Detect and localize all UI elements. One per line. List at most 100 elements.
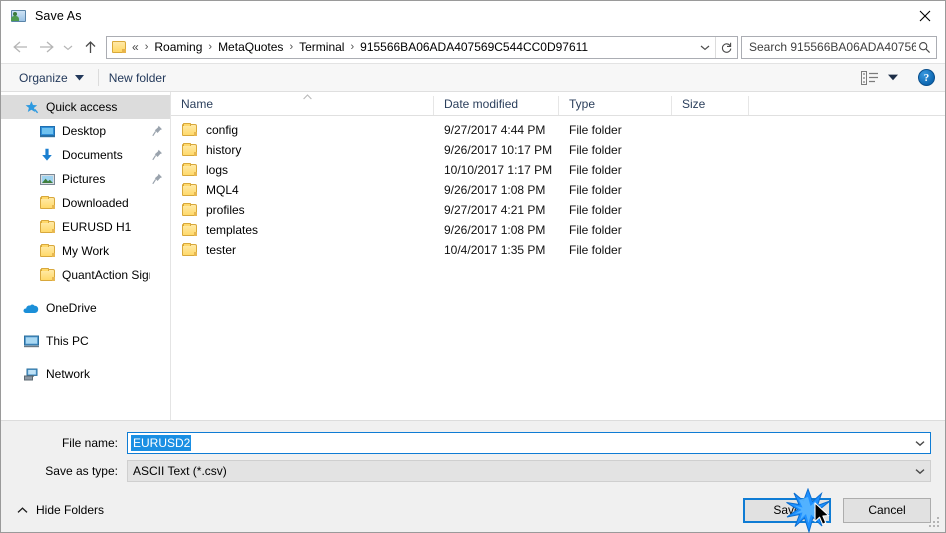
sidebar-item-eurusd-h1[interactable]: EURUSD H1 xyxy=(1,215,170,239)
sidebar-item-pictures[interactable]: Pictures xyxy=(1,167,170,191)
sidebar-item-label: My Work xyxy=(62,244,110,258)
dialog-buttons-row: Hide Folders Save Cancel xyxy=(1,488,945,532)
file-type-cell: File folder xyxy=(569,143,622,157)
folder-icon xyxy=(182,123,197,136)
save-as-type-row: Save as type: ASCII Text (*.csv) xyxy=(1,460,945,482)
dialog-footer: File name: EURUSD2 Save as type: ASCII T… xyxy=(1,420,945,532)
pin-icon[interactable] xyxy=(150,149,164,161)
sidebar-item-label: Pictures xyxy=(62,172,106,186)
breadcrumb-separator: › xyxy=(208,41,213,53)
this-pc-monitor-icon xyxy=(23,333,39,349)
hide-folders-button[interactable]: Hide Folders xyxy=(9,503,104,517)
organize-button[interactable]: Organize xyxy=(15,68,92,88)
file-name-row: File name: EURUSD2 xyxy=(1,432,945,454)
file-type-cell: File folder xyxy=(569,243,622,257)
save-button[interactable]: Save xyxy=(743,497,831,523)
resize-grip-icon[interactable] xyxy=(929,517,941,529)
table-row[interactable]: templates 9/26/2017 1:08 PM File folder xyxy=(171,220,945,240)
chevron-down-icon xyxy=(915,440,924,446)
new-folder-button[interactable]: New folder xyxy=(105,68,174,88)
breadcrumb-overflow[interactable]: « xyxy=(130,40,141,54)
table-row[interactable]: profiles 9/27/2017 4:21 PM File folder xyxy=(171,200,945,220)
sidebar-item-label: This PC xyxy=(46,334,89,348)
sidebar-item-my-work[interactable]: My Work xyxy=(1,239,170,263)
sort-ascending-caret-icon xyxy=(301,93,313,101)
save-as-type-dropdown-button[interactable] xyxy=(909,461,930,481)
documents-arrow-icon xyxy=(39,147,55,163)
search-box[interactable]: Search 915566BA06ADA40756... xyxy=(741,35,937,59)
file-name-label: config xyxy=(206,123,239,137)
breadcrumb-item-terminal[interactable]: Terminal xyxy=(297,40,346,54)
file-name-dropdown-button[interactable] xyxy=(909,433,930,453)
pin-icon[interactable] xyxy=(150,173,164,185)
file-date-cell: 9/26/2017 1:08 PM xyxy=(444,223,546,237)
star-pin-icon xyxy=(23,99,39,115)
breadcrumb: « › Roaming › MetaQuotes › Terminal › 91… xyxy=(130,40,695,54)
table-row[interactable]: MQL4 9/26/2017 1:08 PM File folder xyxy=(171,180,945,200)
refresh-button[interactable] xyxy=(715,36,737,58)
recent-locations-button[interactable] xyxy=(59,34,77,60)
table-row[interactable]: history 9/26/2017 10:17 PM File folder xyxy=(171,140,945,160)
sidebar-item-onedrive[interactable]: OneDrive xyxy=(1,296,170,320)
chevron-down-icon xyxy=(63,45,73,50)
sidebar-item-documents[interactable]: Documents xyxy=(1,143,170,167)
sidebar-item-network[interactable]: Network xyxy=(1,362,170,386)
breadcrumb-item-roaming[interactable]: Roaming xyxy=(152,40,204,54)
sidebar-item-this-pc[interactable]: This PC xyxy=(1,329,170,353)
column-header-size[interactable]: Size xyxy=(672,96,749,115)
up-button[interactable] xyxy=(77,34,103,60)
address-dropdown-button[interactable] xyxy=(695,37,715,58)
file-type-cell: File folder xyxy=(569,183,622,197)
sidebar-item-label: EURUSD H1 xyxy=(62,220,132,234)
column-header-type[interactable]: Type xyxy=(559,96,672,115)
breadcrumb-separator: › xyxy=(289,41,294,53)
arrow-left-icon xyxy=(12,41,27,53)
save-as-dialog: Save As « › Roaming › MetaQuotes › Termi… xyxy=(0,0,946,533)
sidebar-item-desktop[interactable]: Desktop xyxy=(1,119,170,143)
file-date-cell: 10/10/2017 1:17 PM xyxy=(444,163,553,177)
file-name-label: profiles xyxy=(206,203,245,217)
pin-icon[interactable] xyxy=(150,125,164,137)
column-headers: Name Date modified Type Size xyxy=(171,92,945,116)
file-date-cell: 9/27/2017 4:44 PM xyxy=(444,123,546,137)
file-name-value[interactable]: EURUSD2 xyxy=(131,435,192,451)
table-row[interactable]: config 9/27/2017 4:44 PM File folder xyxy=(171,120,945,140)
breadcrumb-item-terminal-id[interactable]: 915566BA06ADA407569C544CC0D97611 xyxy=(358,40,590,54)
chevron-down-icon xyxy=(915,468,924,474)
sidebar-item-quantaction-signal[interactable]: QuantAction Signal xyxy=(1,263,170,287)
file-date-cell: 10/4/2017 1:35 PM xyxy=(444,243,546,257)
table-row[interactable]: logs 10/10/2017 1:17 PM File folder xyxy=(171,160,945,180)
file-name-label: templates xyxy=(206,223,259,237)
file-date-cell: 9/27/2017 4:21 PM xyxy=(444,203,546,217)
toolbar-divider xyxy=(97,69,99,86)
breadcrumb-separator: › xyxy=(144,41,149,53)
folder-icon xyxy=(39,219,55,235)
search-input[interactable]: Search 915566BA06ADA40756... xyxy=(749,40,916,54)
file-type-cell: File folder xyxy=(569,123,622,137)
column-header-date-modified[interactable]: Date modified xyxy=(434,96,559,115)
save-as-type-select[interactable]: ASCII Text (*.csv) xyxy=(127,460,931,482)
file-name-cell: tester xyxy=(171,243,434,257)
caret-up-icon xyxy=(17,506,28,513)
table-row[interactable]: tester 10/4/2017 1:35 PM File folder xyxy=(171,240,945,260)
file-name-input[interactable]: EURUSD2 xyxy=(127,432,931,454)
sidebar-item-quick-access[interactable]: Quick access xyxy=(1,95,170,119)
new-folder-label: New folder xyxy=(108,70,167,85)
organize-label: Organize xyxy=(19,70,68,85)
help-label: ? xyxy=(923,71,930,84)
folder-icon xyxy=(182,203,197,216)
close-button[interactable] xyxy=(904,1,945,30)
change-view-button[interactable] xyxy=(855,69,904,87)
file-name-label: history xyxy=(206,143,242,157)
address-bar[interactable]: « › Roaming › MetaQuotes › Terminal › 91… xyxy=(106,35,738,59)
caret-down-icon xyxy=(74,74,84,80)
breadcrumb-item-metaquotes[interactable]: MetaQuotes xyxy=(216,40,285,54)
save-as-type-value: ASCII Text (*.csv) xyxy=(133,464,227,478)
sidebar-item-downloaded[interactable]: Downloaded xyxy=(1,191,170,215)
sidebar-item-label: Documents xyxy=(62,148,123,162)
forward-button[interactable] xyxy=(33,34,59,60)
back-button[interactable] xyxy=(7,34,33,60)
folder-icon xyxy=(182,143,197,156)
cancel-button[interactable]: Cancel xyxy=(843,497,931,523)
help-button[interactable]: ? xyxy=(918,69,935,86)
